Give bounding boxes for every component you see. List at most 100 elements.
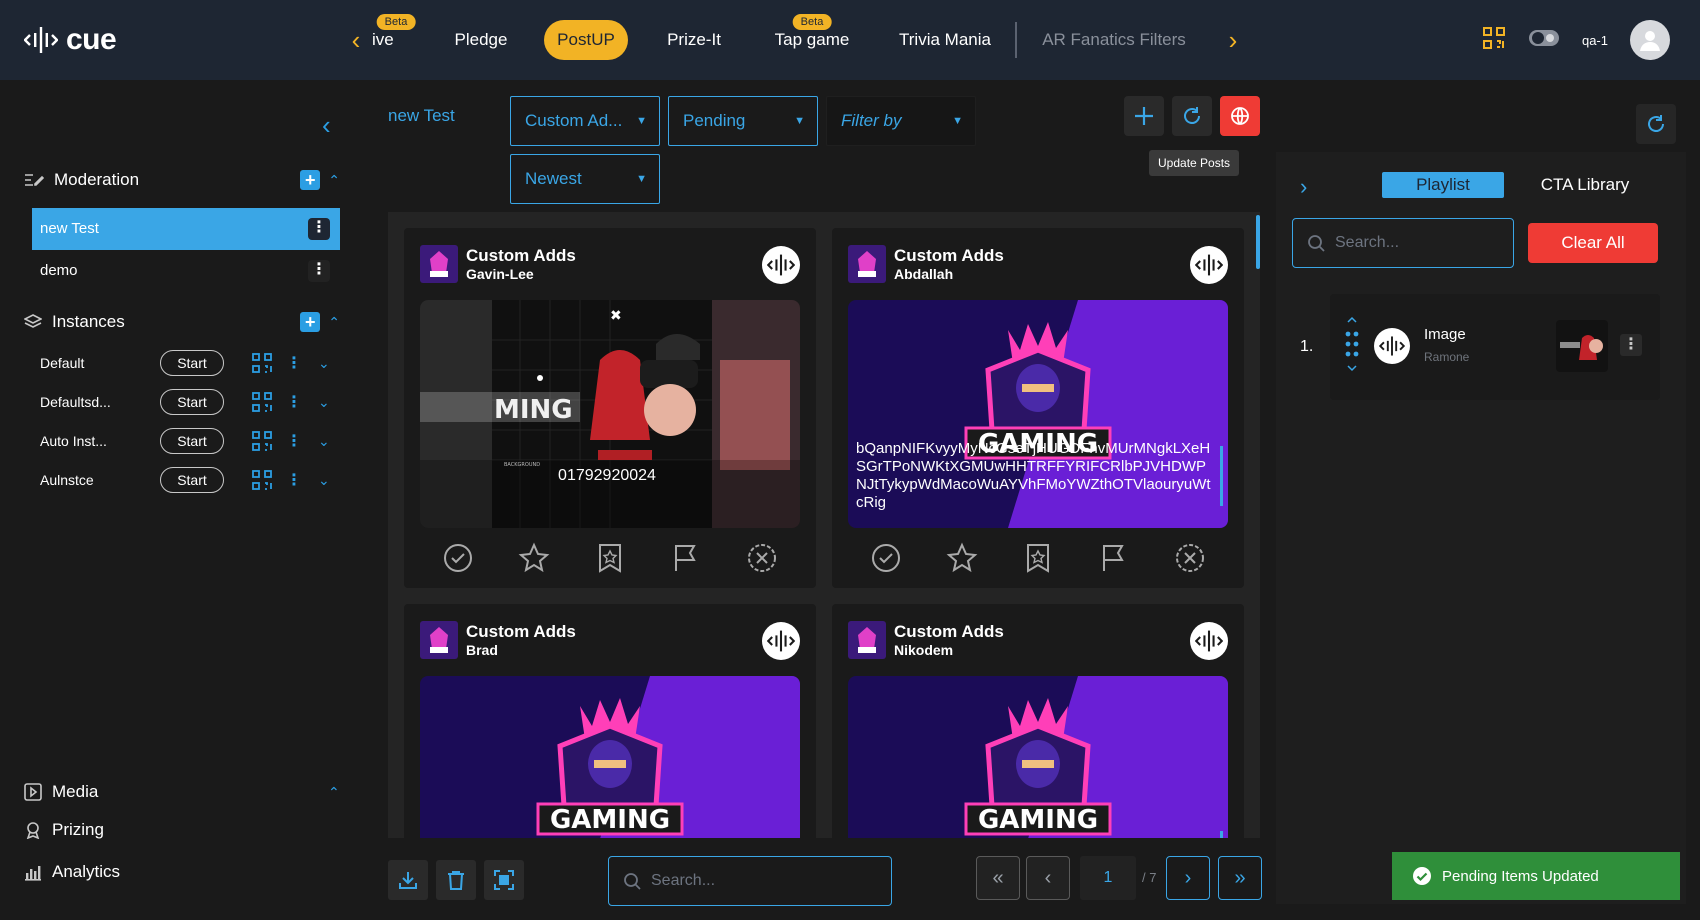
playlist-item-subtitle: Ramone bbox=[1424, 350, 1470, 364]
filter-by-select[interactable]: Filter by ▼ bbox=[826, 96, 976, 146]
post-media[interactable]: GAMING bbox=[420, 676, 800, 838]
cue-badge-icon[interactable] bbox=[762, 246, 800, 284]
kebab-menu-icon[interactable]: ⋮ bbox=[308, 260, 330, 282]
chevron-up-icon[interactable]: ⌃ bbox=[328, 314, 340, 331]
moderation-item-new-test[interactable]: new Test ⋮ bbox=[32, 208, 340, 250]
search-icon bbox=[1308, 235, 1325, 252]
posts-search-input[interactable] bbox=[651, 872, 851, 890]
qr-code-icon[interactable] bbox=[252, 470, 272, 490]
kebab-menu-icon[interactable]: ⋮ bbox=[286, 431, 302, 451]
prev-page-button[interactable]: ‹ bbox=[1026, 856, 1070, 900]
last-page-button[interactable]: » bbox=[1218, 856, 1262, 900]
theme-toggle-icon[interactable] bbox=[1528, 28, 1560, 53]
nav-prev-arrow[interactable]: ‹ bbox=[343, 26, 369, 54]
nav-next-arrow[interactable]: › bbox=[1220, 26, 1246, 54]
bookmark-icon[interactable] bbox=[592, 540, 628, 576]
collapse-sidebar-icon[interactable]: ‹ bbox=[322, 110, 331, 141]
next-page-button[interactable]: › bbox=[1166, 856, 1210, 900]
post-media[interactable]: GAMING bQanpNIFKvyyMyNcGseTjHUGDFhvMUrMN… bbox=[848, 300, 1228, 528]
tab-pledge[interactable]: Pledge bbox=[442, 20, 520, 60]
select-all-button[interactable] bbox=[484, 860, 524, 900]
cue-badge-icon[interactable] bbox=[762, 622, 800, 660]
moderation-item-demo[interactable]: demo ⋮ bbox=[32, 250, 340, 292]
start-button[interactable]: Start bbox=[160, 428, 224, 454]
delete-button[interactable] bbox=[436, 860, 476, 900]
approve-icon[interactable] bbox=[440, 540, 476, 576]
chevron-up-icon[interactable]: ⌃ bbox=[328, 784, 340, 801]
user-name: qa-1 bbox=[1581, 32, 1608, 48]
qr-code-icon[interactable] bbox=[252, 392, 272, 412]
qr-code-icon[interactable] bbox=[1482, 26, 1506, 55]
globe-settings-button[interactable] bbox=[1220, 96, 1260, 136]
reject-icon[interactable] bbox=[744, 540, 780, 576]
star-icon[interactable] bbox=[516, 540, 552, 576]
playlist-search-input[interactable] bbox=[1335, 234, 1495, 252]
playlist-search[interactable] bbox=[1292, 218, 1514, 268]
current-page[interactable]: 1 bbox=[1080, 856, 1136, 900]
qr-code-icon[interactable] bbox=[252, 353, 272, 373]
post-card[interactable]: Custom Adds Abdallah GAMING bQanpNIFKvyy… bbox=[832, 228, 1244, 588]
clear-all-button[interactable]: Clear All bbox=[1528, 223, 1658, 263]
post-card[interactable]: Custom Adds Nikodem GAMING bbox=[832, 604, 1244, 838]
qr-code-icon[interactable] bbox=[252, 431, 272, 451]
sort-select[interactable]: Newest ▼ bbox=[510, 154, 660, 204]
bookmark-icon[interactable] bbox=[1020, 540, 1056, 576]
star-icon[interactable] bbox=[944, 540, 980, 576]
tab-cta-library[interactable]: CTA Library bbox=[1530, 172, 1640, 198]
kebab-menu-icon[interactable]: ⋮ bbox=[308, 218, 330, 240]
update-posts-button[interactable] bbox=[1172, 96, 1212, 136]
nav-prizing[interactable]: Prizing bbox=[24, 820, 104, 840]
start-button[interactable]: Start bbox=[160, 467, 224, 493]
post-media[interactable]: GAMING bbox=[848, 676, 1228, 838]
tab-postup[interactable]: PostUP bbox=[544, 20, 628, 60]
grid-scrollbar[interactable] bbox=[1256, 215, 1260, 269]
posts-search[interactable] bbox=[608, 856, 892, 906]
user-icon bbox=[1640, 31, 1660, 51]
flag-icon[interactable] bbox=[1096, 540, 1132, 576]
add-instance-button[interactable]: + bbox=[300, 312, 321, 332]
instance-row: Aulnstce Start ⋮ ⌄ bbox=[40, 463, 340, 497]
first-page-button[interactable]: « bbox=[976, 856, 1020, 900]
status-filter-select[interactable]: Pending ▼ bbox=[668, 96, 818, 146]
playlist-item[interactable]: Image Ramone ⋮ bbox=[1330, 294, 1660, 400]
start-button[interactable]: Start bbox=[160, 350, 224, 376]
flag-icon[interactable] bbox=[668, 540, 704, 576]
post-media[interactable]: MING ✖ BACKGROUND 01792920024 bbox=[420, 300, 800, 528]
drag-handle-icon[interactable] bbox=[1342, 316, 1362, 376]
add-moderation-button[interactable]: + bbox=[300, 170, 321, 190]
download-button[interactable] bbox=[388, 860, 428, 900]
start-button[interactable]: Start bbox=[160, 389, 224, 415]
kebab-menu-icon[interactable]: ⋮ bbox=[286, 470, 302, 490]
chevron-down-icon[interactable]: ⌄ bbox=[318, 433, 330, 450]
logo-word: GAMING bbox=[550, 805, 670, 835]
tab-tap-game[interactable]: Beta Tap game bbox=[770, 14, 854, 60]
post-card[interactable]: Custom Adds Brad GAMING bbox=[404, 604, 816, 838]
playlist-index: 1. bbox=[1300, 338, 1314, 355]
kebab-menu-icon[interactable]: ⋮ bbox=[1620, 334, 1642, 356]
user-avatar[interactable] bbox=[1630, 20, 1670, 60]
expand-panel-icon[interactable]: › bbox=[1300, 174, 1307, 200]
cue-badge-icon[interactable] bbox=[1190, 246, 1228, 284]
kebab-menu-icon[interactable]: ⋮ bbox=[286, 392, 302, 412]
chevron-down-icon[interactable]: ⌄ bbox=[318, 472, 330, 489]
tab-trivia-mania[interactable]: Trivia Mania bbox=[890, 20, 1000, 60]
kebab-menu-icon[interactable]: ⋮ bbox=[286, 353, 302, 373]
cue-badge-icon[interactable] bbox=[1190, 622, 1228, 660]
add-post-button[interactable] bbox=[1124, 96, 1164, 136]
nav-analytics[interactable]: Analytics bbox=[24, 862, 120, 882]
check-circle-icon bbox=[1413, 867, 1431, 885]
tab-playlist[interactable]: Playlist bbox=[1382, 172, 1504, 198]
chevron-down-icon[interactable]: ⌄ bbox=[318, 394, 330, 411]
cue-logo[interactable]: cue bbox=[24, 20, 117, 60]
source-filter-select[interactable]: Custom Ad... ▼ bbox=[510, 96, 660, 146]
tab-ar-fanatics-filters[interactable]: AR Fanatics Filters bbox=[1036, 20, 1192, 60]
playlist-refresh-button[interactable] bbox=[1636, 104, 1676, 144]
approve-icon[interactable] bbox=[868, 540, 904, 576]
reject-icon[interactable] bbox=[1172, 540, 1208, 576]
tab-prize-it[interactable]: Prize-It bbox=[652, 20, 736, 60]
post-card[interactable]: Custom Adds Gavin-Lee MING ✖ BACKGROUND … bbox=[404, 228, 816, 588]
chevron-up-icon[interactable]: ⌃ bbox=[328, 172, 340, 189]
tab-live[interactable]: Beta ive bbox=[372, 14, 420, 60]
chevron-down-icon[interactable]: ⌄ bbox=[318, 355, 330, 372]
nav-media[interactable]: Media bbox=[24, 782, 98, 802]
